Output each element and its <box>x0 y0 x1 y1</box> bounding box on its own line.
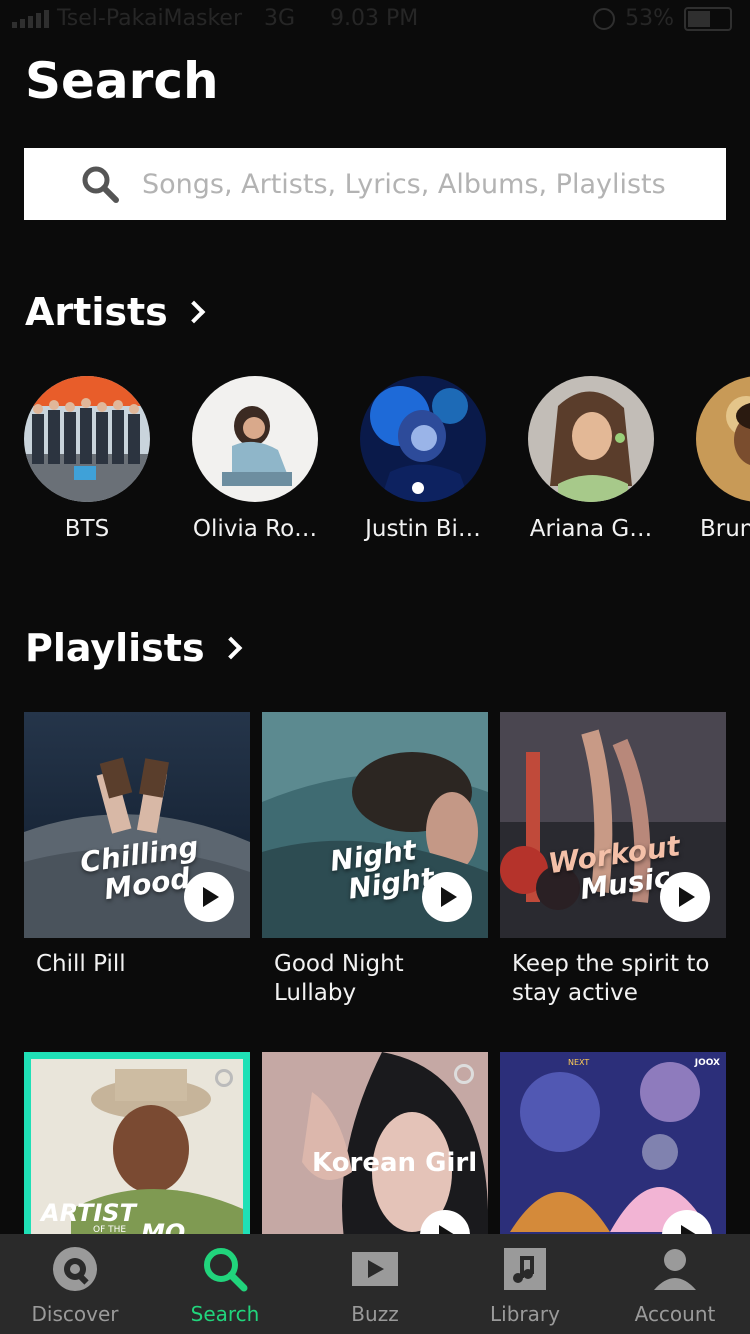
playlist-cover: Night Night <box>262 712 488 938</box>
music-note-icon <box>504 1248 546 1290</box>
cover-title: Korean Girl <box>312 1148 478 1178</box>
joox-logo-icon <box>454 1064 474 1084</box>
playlist-title: Keep the spirit to stay active <box>512 951 710 1006</box>
artist-name: BTS <box>64 516 110 542</box>
cover-subtitle: NEXT <box>568 1058 590 1067</box>
chevron-right-icon <box>182 300 206 324</box>
cover-title-2: MO <box>141 1219 186 1234</box>
search-input[interactable] <box>140 167 704 201</box>
status-left: Tsel-PakaiMasker 3G <box>12 6 295 31</box>
cover-title: Night Night <box>328 833 437 906</box>
rotation-lock-icon <box>593 7 616 30</box>
artist-avatar <box>192 376 318 502</box>
artist-avatar <box>528 376 654 502</box>
play-button[interactable] <box>660 872 710 922</box>
artists-carousel[interactable]: BTS Olivia Ro… Justin Bi… Ariana G… Brun <box>24 376 750 546</box>
artist-name: Brun <box>700 516 750 542</box>
playlist-card[interactable]: JOOX NEXT <box>500 1052 726 1234</box>
playlists-header[interactable]: Playlists <box>25 626 242 670</box>
artist-name: Justin Bi… <box>365 516 481 542</box>
search-icon <box>204 1248 248 1292</box>
signal-icon <box>12 9 49 28</box>
artist-item[interactable]: Olivia Ro… <box>192 376 318 542</box>
playlist-card[interactable]: Night Night Good Night Lullaby <box>262 712 488 1008</box>
search-bar[interactable] <box>24 148 726 220</box>
search-icon <box>82 166 119 203</box>
playlist-card[interactable]: Korean Girl <box>262 1052 488 1234</box>
artists-title: Artists <box>25 290 168 334</box>
tab-label: Discover <box>31 1302 119 1326</box>
status-right: 53% <box>593 6 732 31</box>
tab-label: Library <box>490 1302 560 1326</box>
carrier-label: Tsel-PakaiMasker <box>57 6 243 31</box>
playlist-card[interactable]: ARTIST OF THE MO <box>24 1052 250 1234</box>
playlist-cover: Chilling Mood <box>24 712 250 938</box>
play-button[interactable] <box>184 872 234 922</box>
artists-header[interactable]: Artists <box>25 290 206 334</box>
network-label: 3G <box>264 6 296 31</box>
tab-label: Search <box>190 1302 260 1326</box>
artist-item[interactable]: Justin Bi… <box>360 376 486 542</box>
disc-icon <box>53 1247 97 1291</box>
tab-discover[interactable]: Discover <box>0 1234 150 1334</box>
artist-name: Olivia Ro… <box>192 516 318 542</box>
tab-library[interactable]: Library <box>450 1234 600 1334</box>
playlists-row-2: ARTIST OF THE MO Korean Girl JOOX NEXT <box>24 1052 750 1234</box>
playlist-title: Good Night Lullaby <box>274 951 404 1006</box>
page-title: Search <box>25 52 219 110</box>
cover-subtitle: OF THE <box>93 1225 127 1234</box>
playlist-title: Chill Pill <box>36 951 126 977</box>
artist-name: Ariana G… <box>529 516 653 542</box>
tab-buzz[interactable]: Buzz <box>300 1234 450 1334</box>
artist-avatar <box>24 376 150 502</box>
artist-item[interactable]: BTS <box>24 376 150 542</box>
tab-search[interactable]: Search <box>150 1234 300 1334</box>
playlist-cover: Workout Music <box>500 712 726 938</box>
battery-percent: 53% <box>625 6 674 31</box>
playlists-title: Playlists <box>25 626 205 670</box>
playlist-card[interactable]: Chilling Mood Chill Pill <box>24 712 250 979</box>
tab-label: Account <box>634 1302 716 1326</box>
play-button[interactable] <box>422 872 472 922</box>
tab-label: Buzz <box>351 1302 399 1326</box>
clock: 9.03 PM <box>330 6 419 31</box>
chevron-right-icon <box>219 636 242 660</box>
artist-avatar <box>696 376 750 502</box>
bottom-tab-bar: Discover Search Buzz Library Account <box>0 1234 750 1334</box>
person-icon <box>654 1249 696 1290</box>
battery-icon <box>684 6 732 31</box>
joox-brand: JOOX <box>694 1058 720 1068</box>
artist-item[interactable]: Brun <box>696 376 750 542</box>
artist-item[interactable]: Ariana G… <box>528 376 654 542</box>
cover-title: ARTIST <box>41 1199 136 1227</box>
artist-avatar <box>360 376 486 502</box>
video-icon <box>352 1252 398 1286</box>
joox-logo-icon <box>215 1069 233 1087</box>
playlist-card[interactable]: Workout Music Keep the spirit to stay ac… <box>500 712 726 1008</box>
status-bar: Tsel-PakaiMasker 3G 9.03 PM 53% <box>0 0 750 40</box>
tab-account[interactable]: Account <box>600 1234 750 1334</box>
